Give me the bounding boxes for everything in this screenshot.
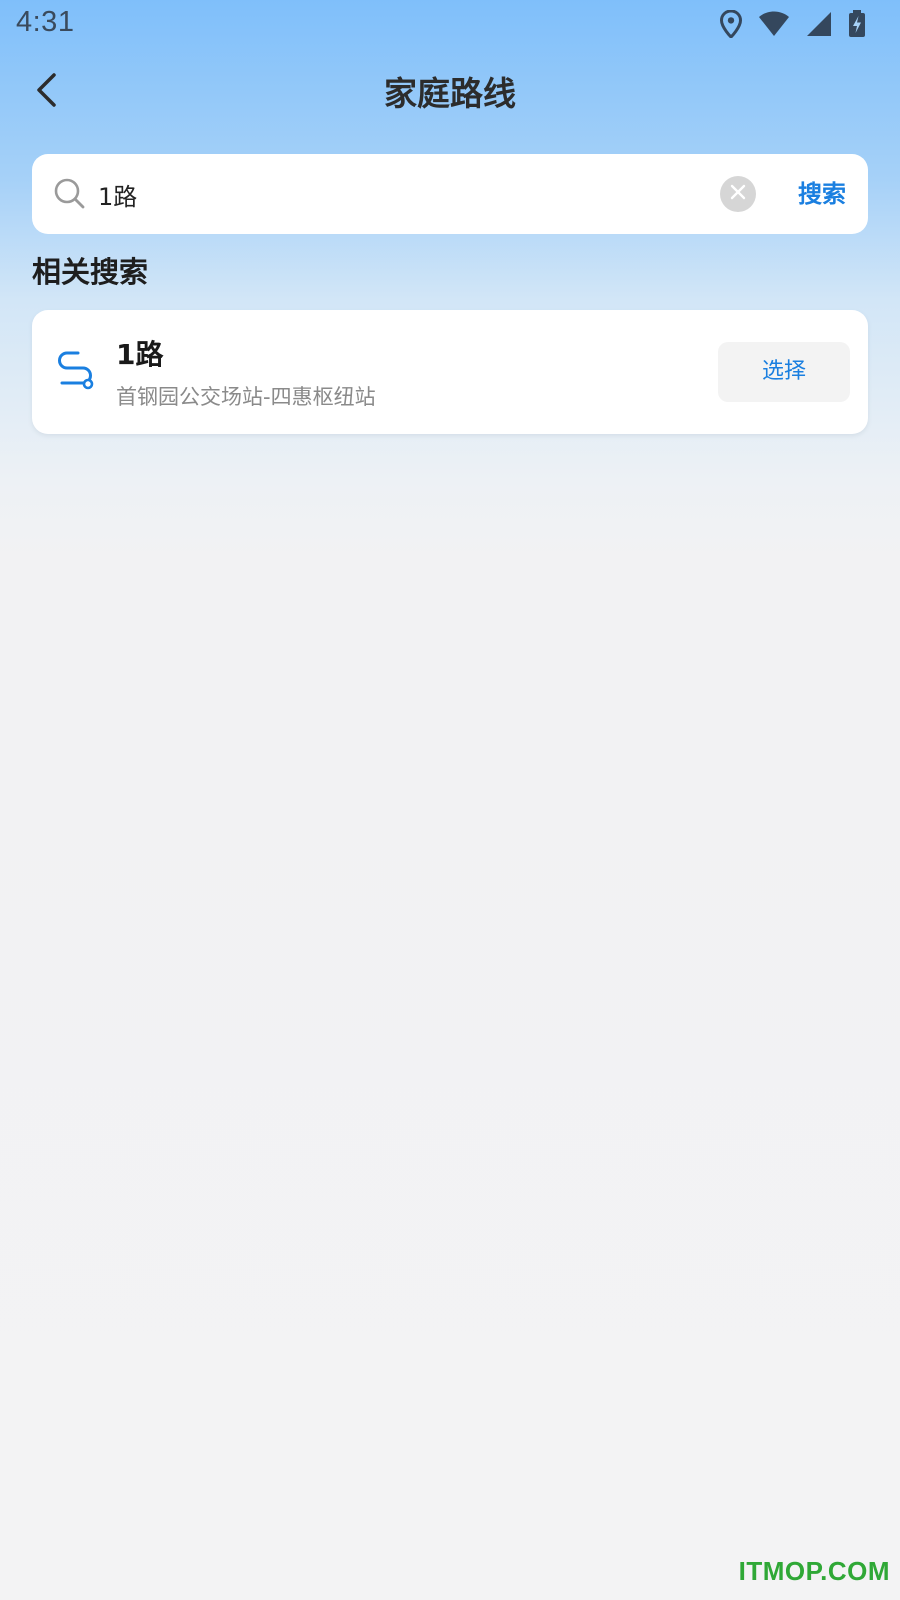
page-title: 家庭路线	[384, 74, 516, 113]
status-bar: 4:31	[0, 0, 900, 50]
clear-search-button[interactable]	[720, 176, 756, 212]
search-input[interactable]	[98, 168, 718, 220]
close-icon	[729, 183, 747, 205]
signal-icon	[806, 11, 832, 37]
route-result-card[interactable]: 1路 首钢园公交场站-四惠枢纽站 选择	[32, 310, 868, 434]
location-icon	[720, 10, 742, 38]
route-name: 1路	[116, 338, 164, 371]
related-search-heading: 相关搜索	[32, 255, 149, 289]
route-icon	[54, 350, 96, 390]
search-button[interactable]: 搜索	[782, 170, 862, 218]
battery-charging-icon	[848, 10, 866, 38]
watermark: ITMOP.COM	[738, 1556, 890, 1586]
select-button[interactable]: 选择	[718, 342, 850, 402]
route-description: 首钢园公交场站-四惠枢纽站	[116, 385, 376, 409]
search-bar: 搜索	[32, 154, 868, 234]
wifi-icon	[758, 11, 790, 37]
status-time: 4:31	[16, 6, 75, 38]
search-icon	[52, 176, 88, 212]
status-icons	[720, 8, 866, 40]
